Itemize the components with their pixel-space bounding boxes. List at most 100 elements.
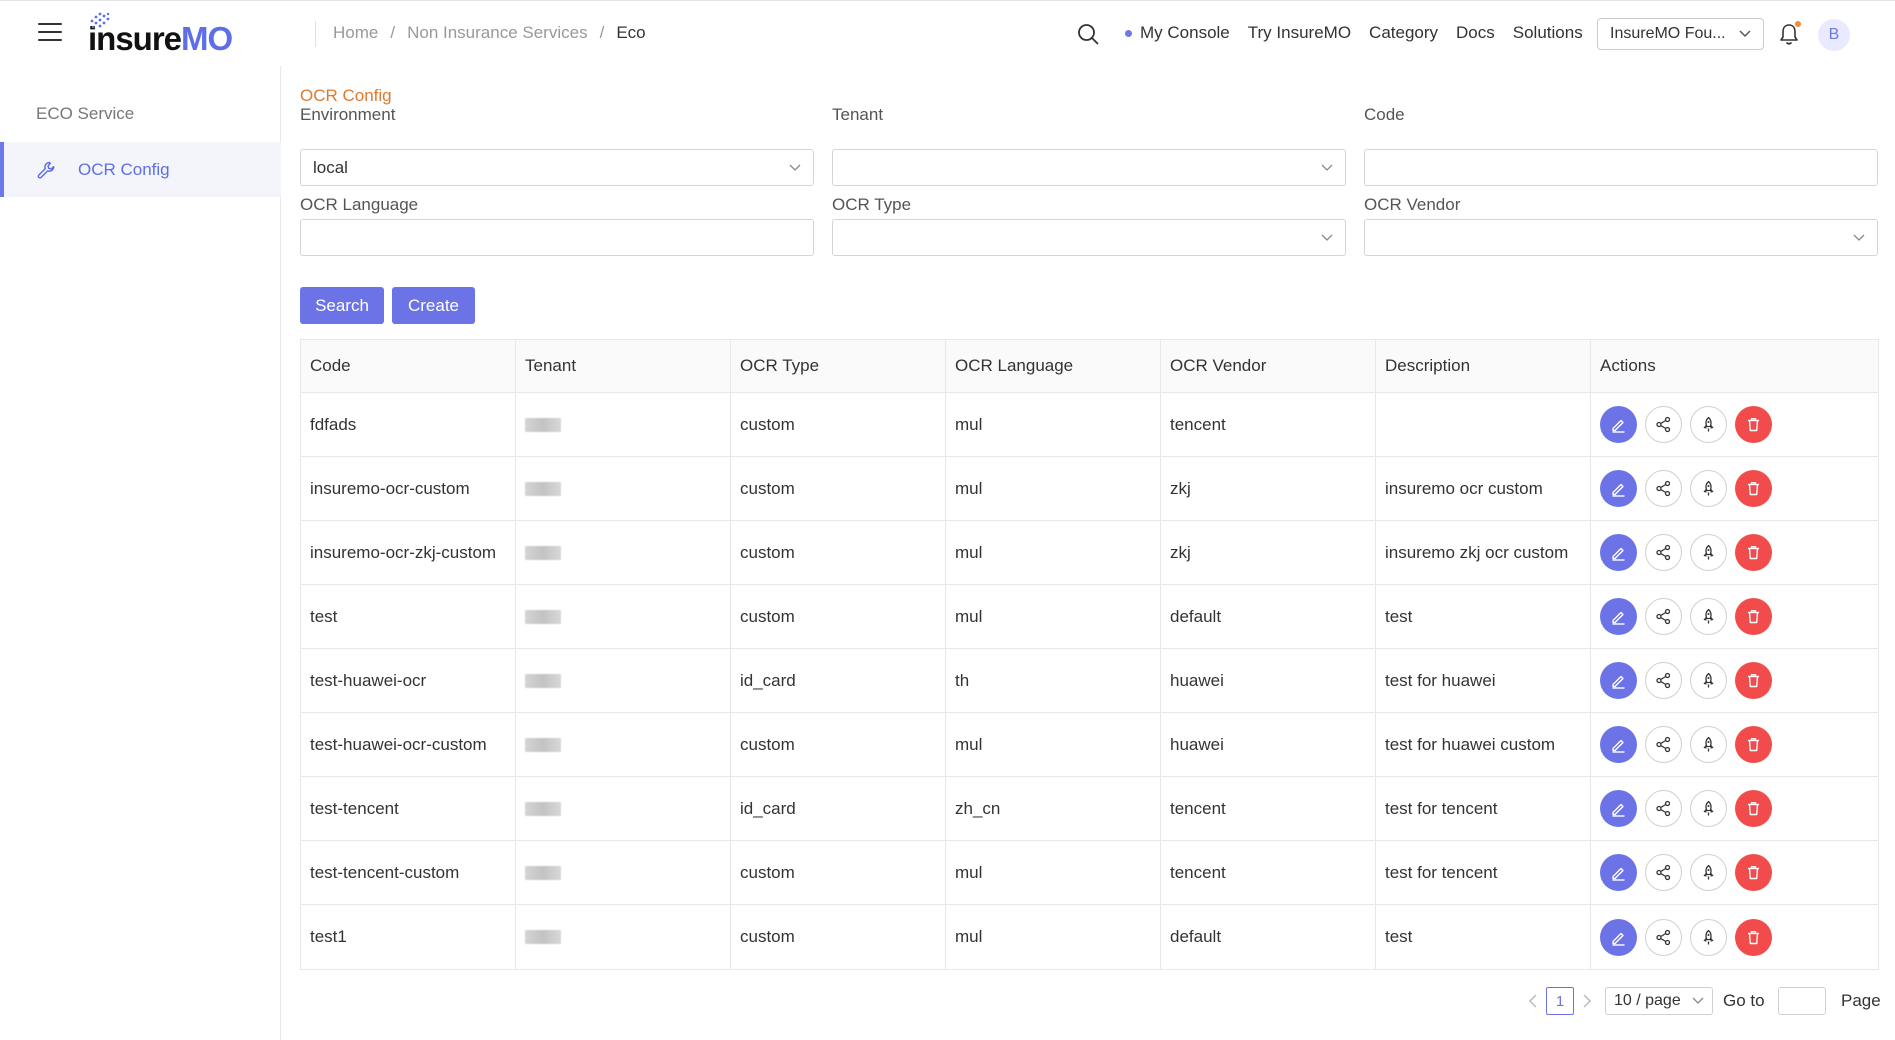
column-header-ocr-language: OCR Language (946, 340, 1161, 392)
user-avatar[interactable]: B (1818, 19, 1850, 51)
delete-button[interactable] (1735, 598, 1772, 635)
deploy-button[interactable] (1690, 406, 1727, 443)
search-button[interactable]: Search (300, 287, 384, 324)
nav-my-console[interactable]: My Console (1125, 23, 1230, 43)
redacted-tenant (525, 545, 561, 560)
ocr-type-select[interactable] (832, 219, 1346, 256)
delete-button[interactable] (1735, 406, 1772, 443)
redacted-tenant (525, 865, 561, 880)
main-content: OCR Config Environment Tenant Code local… (282, 66, 1895, 1040)
table-row: fdfads custom mul tencent (301, 393, 1878, 457)
next-page-icon[interactable] (1581, 993, 1593, 1009)
cell-ocr-type: id_card (731, 777, 946, 840)
delete-icon (1745, 736, 1762, 753)
nav-category[interactable]: Category (1369, 23, 1438, 43)
tenant-select[interactable] (832, 149, 1346, 186)
deploy-button[interactable] (1690, 790, 1727, 827)
table-row: insuremo-ocr-custom custom mul zkj insuremo … (301, 457, 1878, 521)
delete-button[interactable] (1735, 662, 1772, 699)
cell-code: test-huawei-ocr (301, 649, 516, 712)
breadcrumb-home[interactable]: Home (333, 23, 378, 43)
cell-code: test-huawei-ocr-custom (301, 713, 516, 776)
ocr-type-label: OCR Type (832, 195, 912, 214)
tenant-label: Tenant (832, 105, 884, 124)
share-icon (1655, 864, 1672, 881)
breadcrumb-eco: Eco (616, 23, 646, 42)
search-icon[interactable] (1077, 23, 1099, 45)
cell-code: test (301, 585, 516, 648)
share-button[interactable] (1645, 598, 1682, 635)
notifications-button[interactable] (1778, 21, 1801, 46)
ocr-language-input[interactable] (300, 219, 814, 256)
nav-solutions[interactable]: Solutions (1513, 23, 1583, 43)
organization-select[interactable]: InsureMO Fou... (1597, 18, 1764, 50)
goto-page-input[interactable] (1778, 987, 1826, 1015)
cell-ocr-type: custom (731, 841, 946, 904)
table-row: test-tencent-custom custom mul tencent test … (301, 841, 1878, 905)
cell-description: test for huawei (1376, 649, 1591, 712)
edit-button[interactable] (1600, 662, 1637, 699)
edit-button[interactable] (1600, 598, 1637, 635)
page-number-button[interactable]: 1 (1546, 987, 1574, 1015)
edit-button[interactable] (1600, 406, 1637, 443)
create-button[interactable]: Create (392, 287, 475, 324)
header-divider (315, 21, 316, 47)
delete-icon (1745, 800, 1762, 817)
edit-icon (1610, 800, 1627, 817)
cell-ocr-type: custom (731, 905, 946, 969)
edit-button[interactable] (1600, 726, 1637, 763)
edit-button[interactable] (1600, 790, 1637, 827)
edit-button[interactable] (1600, 470, 1637, 507)
table-row: insuremo-ocr-zkj-custom custom mul zkj insur… (301, 521, 1878, 585)
share-button[interactable] (1645, 406, 1682, 443)
environment-select[interactable]: local (300, 149, 814, 186)
delete-button[interactable] (1735, 534, 1772, 571)
insuremo-logo[interactable]: insureMO (88, 11, 233, 55)
share-icon (1655, 544, 1672, 561)
cell-ocr-vendor: zkj (1161, 457, 1376, 520)
delete-icon (1745, 544, 1762, 561)
delete-button[interactable] (1735, 918, 1772, 956)
prev-page-icon[interactable] (1527, 993, 1539, 1009)
cell-ocr-type: id_card (731, 649, 946, 712)
deploy-button[interactable] (1690, 726, 1727, 763)
cell-ocr-language: th (946, 649, 1161, 712)
cell-description (1376, 393, 1591, 456)
deploy-button[interactable] (1690, 534, 1727, 571)
code-input[interactable] (1364, 149, 1878, 186)
share-button[interactable] (1645, 790, 1682, 827)
edit-button[interactable] (1600, 854, 1637, 891)
nav-docs[interactable]: Docs (1456, 23, 1495, 43)
deploy-button[interactable] (1690, 598, 1727, 635)
share-button[interactable] (1645, 726, 1682, 763)
deploy-button[interactable] (1690, 470, 1727, 507)
delete-button[interactable] (1735, 726, 1772, 763)
delete-button[interactable] (1735, 790, 1772, 827)
chevron-down-icon (1739, 30, 1751, 38)
ocr-vendor-select[interactable] (1364, 219, 1878, 256)
share-button[interactable] (1645, 662, 1682, 699)
cell-actions (1591, 521, 1878, 584)
nav-try-insuremo[interactable]: Try InsureMO (1248, 23, 1351, 43)
sidebar-item-ocr-config[interactable]: OCR Config (0, 142, 281, 197)
share-button[interactable] (1645, 918, 1682, 956)
share-button[interactable] (1645, 534, 1682, 571)
delete-icon (1745, 672, 1762, 689)
delete-button[interactable] (1735, 470, 1772, 507)
deploy-button[interactable] (1690, 918, 1727, 956)
cell-actions (1591, 649, 1878, 712)
page-size-select[interactable]: 10 / page (1605, 987, 1713, 1015)
deploy-button[interactable] (1690, 854, 1727, 891)
hamburger-menu-icon[interactable] (38, 23, 62, 43)
edit-button[interactable] (1600, 534, 1637, 571)
cell-ocr-vendor: tencent (1161, 393, 1376, 456)
top-header: insureMO Home / Non Insurance Services /… (0, 0, 1895, 66)
breadcrumb-non-insurance-services[interactable]: Non Insurance Services (407, 23, 587, 43)
share-button[interactable] (1645, 854, 1682, 891)
chevron-down-icon (1321, 164, 1333, 171)
edit-button[interactable] (1600, 918, 1637, 956)
deploy-button[interactable] (1690, 662, 1727, 699)
edit-icon (1610, 736, 1627, 753)
delete-button[interactable] (1735, 854, 1772, 891)
share-button[interactable] (1645, 470, 1682, 507)
